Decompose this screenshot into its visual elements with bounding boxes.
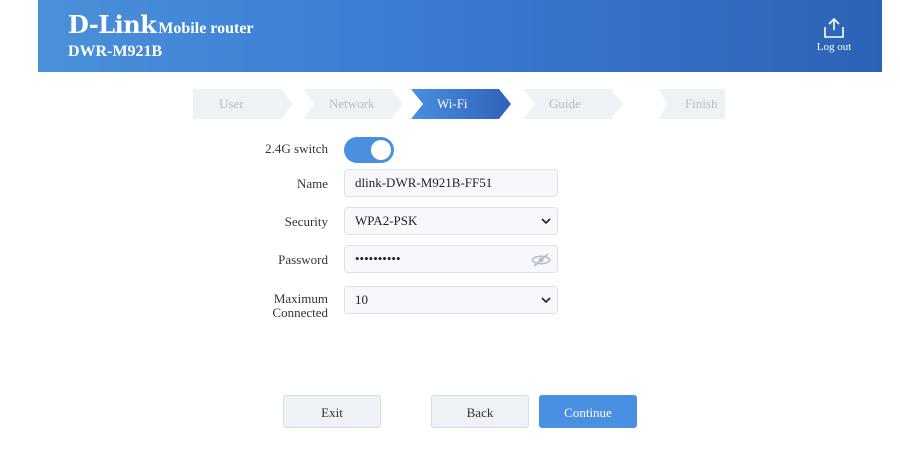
brand: D-Link Mobile router	[68, 10, 254, 39]
toggle-knob	[371, 140, 391, 160]
model-name: DWR-M921B	[68, 43, 163, 60]
logout-button[interactable]: Log out	[814, 18, 854, 53]
max-connected-select[interactable]: 10	[344, 286, 558, 314]
password-value: ••••••••••	[355, 251, 401, 266]
eye-off-icon[interactable]	[531, 252, 551, 268]
switch-label: 2.4G switch	[265, 141, 328, 156]
security-select[interactable]: WPA2-PSK	[344, 207, 558, 235]
password-label: Password	[278, 252, 328, 267]
wizard-steps: User Network Wi-Fi Guide Finish	[193, 89, 725, 119]
logout-label: Log out	[816, 41, 852, 53]
exit-button[interactable]: Exit	[283, 395, 381, 428]
step-finish: Finish	[659, 89, 725, 119]
wifi-24g-toggle[interactable]	[344, 137, 394, 163]
max-connected-label: Maximum Connected	[272, 291, 328, 320]
password-input[interactable]: ••••••••••	[344, 245, 558, 273]
continue-button[interactable]: Continue	[539, 395, 637, 428]
step-network: Network	[303, 89, 403, 119]
name-label: Name	[296, 176, 328, 191]
security-label: Security	[284, 214, 328, 229]
ssid-name-input[interactable]: dlink-DWR-M921B-FF51	[344, 169, 558, 197]
logout-icon	[824, 18, 844, 38]
step-wifi: Wi-Fi	[411, 89, 511, 119]
header-bar: D-Link Mobile router DWR-M921B Log out	[38, 0, 882, 72]
chevron-down-icon	[541, 297, 551, 304]
security-value: WPA2-PSK	[355, 213, 418, 228]
back-button[interactable]: Back	[431, 395, 529, 428]
dlink-logo: D-Link	[68, 10, 157, 39]
step-guide: Guide	[523, 89, 623, 119]
chevron-down-icon	[541, 218, 551, 225]
step-user: User	[193, 89, 293, 119]
max-connected-value: 10	[355, 292, 368, 307]
product-name: Mobile router	[158, 20, 254, 37]
